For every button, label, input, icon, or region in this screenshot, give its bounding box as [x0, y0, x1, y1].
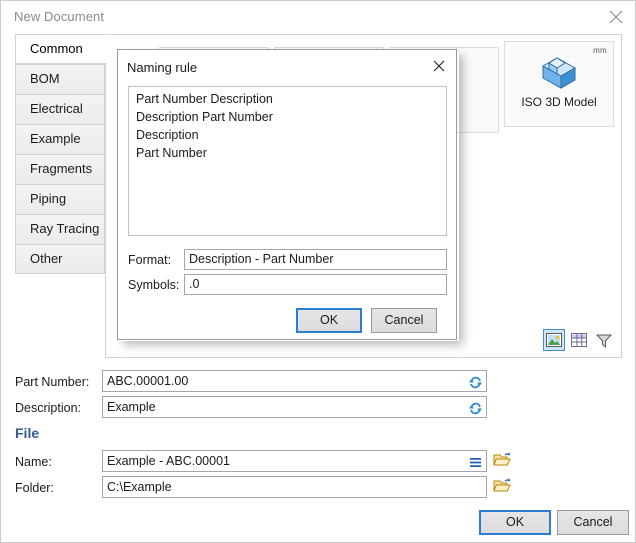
- list-item[interactable]: Description Part Number: [129, 108, 446, 126]
- format-label: Format:: [128, 253, 172, 267]
- new-document-window: New Document Common BOM Electrical Examp…: [0, 0, 636, 543]
- sidebar-item-electrical[interactable]: Electrical: [15, 94, 105, 124]
- tab-label: Ray Tracing: [30, 221, 100, 236]
- naming-rule-listbox[interactable]: Part Number Description Description Part…: [128, 86, 447, 236]
- tab-label: Common: [30, 41, 83, 56]
- tab-label: Piping: [30, 191, 67, 206]
- tab-label: BOM: [30, 71, 60, 86]
- folder-input[interactable]: C:\Example: [102, 476, 487, 498]
- tab-label: Electrical: [30, 101, 83, 116]
- tab-label: Fragments: [30, 161, 93, 176]
- dialog-ok-button[interactable]: OK: [296, 308, 362, 333]
- folder-label: Folder:: [15, 481, 54, 495]
- description-label: Description:: [15, 401, 81, 415]
- browse-name-open-folder-icon[interactable]: [493, 451, 511, 469]
- cube-3d-icon: [505, 50, 613, 94]
- refresh-icon[interactable]: [466, 373, 484, 391]
- list-item[interactable]: Description: [129, 126, 446, 144]
- description-value: Example: [107, 400, 156, 414]
- sidebar-item-example[interactable]: Example: [15, 124, 105, 154]
- cancel-button[interactable]: Cancel: [557, 510, 629, 535]
- format-input[interactable]: Description - Part Number: [184, 249, 447, 270]
- template-tile-iso-3d-model[interactable]: mm ISO 3D Model: [504, 41, 614, 127]
- symbols-input[interactable]: .0: [184, 274, 447, 295]
- dialog-cancel-button[interactable]: Cancel: [371, 308, 437, 333]
- sidebar-item-piping[interactable]: Piping: [15, 184, 105, 214]
- description-input[interactable]: Example: [102, 396, 487, 418]
- naming-rule-dialog: Naming rule Part Number Description Desc…: [117, 49, 457, 340]
- thumbnail-view-icon[interactable]: [543, 329, 565, 351]
- category-tab-strip: Common BOM Electrical Example Fragments …: [15, 34, 107, 319]
- view-mode-toolbar: [543, 329, 615, 351]
- tab-label: Example: [30, 131, 81, 146]
- filter-icon[interactable]: [593, 329, 615, 351]
- hamburger-menu-icon[interactable]: [466, 453, 484, 471]
- list-item[interactable]: Part Number Description: [129, 90, 446, 108]
- ok-button[interactable]: OK: [479, 510, 551, 535]
- symbols-label: Symbols:: [128, 278, 180, 292]
- refresh-icon[interactable]: [466, 399, 484, 417]
- sidebar-item-fragments[interactable]: Fragments: [15, 154, 105, 184]
- part-number-input[interactable]: ABC.00001.00: [102, 370, 487, 392]
- name-value: Example - ABC.00001: [107, 454, 230, 468]
- browse-folder-open-folder-icon[interactable]: [493, 477, 511, 495]
- tab-label: Other: [30, 251, 63, 266]
- grid-view-icon[interactable]: [568, 329, 590, 351]
- part-number-label: Part Number:: [15, 375, 90, 389]
- window-title: New Document: [14, 9, 105, 24]
- list-item[interactable]: Part Number: [129, 144, 446, 162]
- close-icon[interactable]: [428, 56, 450, 76]
- tile-units-label: mm: [593, 46, 607, 55]
- sidebar-item-bom[interactable]: BOM: [15, 64, 105, 94]
- title-bar: New Document: [1, 1, 635, 32]
- name-input[interactable]: Example - ABC.00001: [102, 450, 487, 472]
- sidebar-item-common[interactable]: Common: [15, 34, 107, 64]
- file-section-header: File: [15, 425, 40, 441]
- dialog-title: Naming rule: [127, 60, 198, 75]
- tile-label: ISO 3D Model: [521, 95, 597, 109]
- folder-value: C:\Example: [107, 480, 172, 494]
- close-icon[interactable]: [605, 7, 627, 27]
- sidebar-item-other[interactable]: Other: [15, 244, 105, 274]
- part-number-value: ABC.00001.00: [107, 374, 189, 388]
- name-label: Name:: [15, 455, 52, 469]
- sidebar-item-ray-tracing[interactable]: Ray Tracing: [15, 214, 105, 244]
